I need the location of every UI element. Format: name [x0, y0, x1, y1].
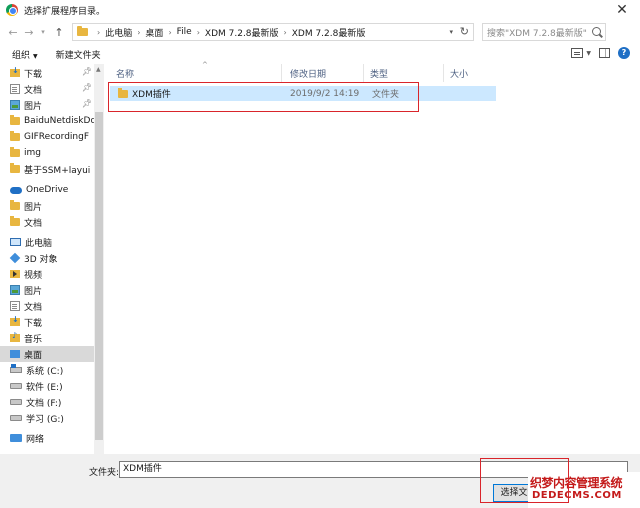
nav-item-pictures[interactable]: 图片 📌︎ [0, 97, 94, 113]
breadcrumb-item[interactable]: 此电脑 › [105, 26, 145, 39]
nav-item-network[interactable]: 网络 [0, 430, 94, 446]
help-icon[interactable]: ? [618, 47, 630, 59]
nav-item-pc-documents[interactable]: 文档 [0, 298, 94, 314]
chevron-right-icon: › [168, 27, 172, 37]
document-icon [10, 84, 20, 94]
music-icon [10, 331, 20, 342]
pin-icon: 📌︎ [81, 83, 92, 92]
sort-ascending-icon: ^ [202, 61, 208, 69]
nav-item-gifrecording[interactable]: GIFRecordingF [0, 129, 94, 145]
nav-item-downloads[interactable]: 下载📌︎ [0, 65, 94, 81]
folder-icon [10, 216, 20, 226]
nav-item-this-pc[interactable]: 此电脑 [0, 234, 94, 250]
folder-icon [10, 131, 20, 141]
nav-item-drive-c[interactable]: 系统 (C:) [0, 362, 94, 378]
chrome-app-icon [6, 4, 18, 16]
up-arrow-icon[interactable]: ↑ [52, 24, 66, 40]
forward-arrow-icon[interactable]: → [22, 24, 36, 40]
recent-locations-chevron-icon[interactable]: ▾ [36, 24, 50, 40]
chevron-down-icon: ▼ [33, 52, 38, 60]
nav-item-desktop[interactable]: 桌面 [0, 346, 94, 362]
folder-icon [10, 163, 20, 173]
nav-item-onedrive[interactable]: OneDrive [0, 182, 94, 198]
chevron-right-icon: › [283, 27, 287, 37]
highlight-box-folder [108, 82, 419, 112]
address-row: ← → ▾ ↑ › 此电脑 › 桌面 › File › XDM 7.2.8最新版 › X… [0, 20, 640, 44]
breadcrumb: › 此电脑 › 桌面 › File › XDM 7.2.8最新版 › XDM 7.2.8… [92, 26, 365, 39]
chevron-right-icon: › [196, 27, 200, 37]
chevron-right-icon: › [137, 27, 141, 37]
nav-item-music[interactable]: 音乐 [0, 330, 94, 346]
picture-icon [10, 285, 20, 295]
folder-field-label: 文件夹: [89, 468, 120, 478]
organize-button[interactable]: 组织 ▼ [12, 48, 38, 61]
window-title: 选择扩展程序目录。 [24, 6, 106, 17]
download-icon [10, 315, 20, 326]
preview-pane-icon[interactable] [599, 48, 610, 58]
file-list: 名称 ^ 修改日期 类型 大小 XDM插件 2019/9/2 14:19 文件夹 [104, 61, 640, 454]
nav-item-img[interactable]: img [0, 145, 94, 161]
search-placeholder: 搜索"XDM 7.2.8最新版" [487, 28, 587, 39]
nav-item-3d-objects[interactable]: 3D 对象 [0, 250, 94, 266]
nav-item-onedrive-documents[interactable]: 文档 [0, 214, 94, 230]
back-arrow-icon[interactable]: ← [6, 24, 20, 40]
nav-item-onedrive-pictures[interactable]: 图片 [0, 198, 94, 214]
picture-icon [10, 100, 20, 110]
pin-icon: 📌︎ [81, 67, 92, 76]
folder-icon [10, 200, 20, 210]
network-icon [10, 434, 22, 442]
breadcrumb-item[interactable]: File › [177, 27, 205, 37]
video-icon [10, 270, 20, 278]
close-icon[interactable]: ✕ [614, 2, 630, 18]
chevron-right-icon: › [97, 27, 101, 37]
folder-icon [77, 26, 88, 36]
breadcrumb-item[interactable]: XDM 7.2.8最新版 [292, 26, 366, 39]
nav-item-videos[interactable]: 视频 [0, 266, 94, 282]
nav-scrollbar[interactable]: ▲ [94, 64, 104, 454]
computer-icon [10, 238, 21, 246]
onedrive-cloud-icon [10, 186, 22, 194]
nav-scrollbar-thumb[interactable] [95, 112, 103, 440]
nav-item-drive-f[interactable]: 文档 (F:) [0, 394, 94, 410]
search-input[interactable]: 搜索"XDM 7.2.8最新版" [482, 23, 606, 41]
highlight-box-button [480, 458, 569, 503]
refresh-icon[interactable]: ↻ [460, 25, 469, 38]
column-header-date[interactable]: 修改日期 [284, 64, 364, 82]
breadcrumb-item[interactable]: 桌面 › [145, 26, 176, 39]
download-icon [10, 66, 20, 77]
column-header-name[interactable]: 名称 ^ [110, 61, 282, 82]
document-icon [10, 301, 20, 311]
navigation-pane: 下载📌︎ 文档📌︎ 图片📌︎ BaiduNetdiskDo GIFRecordi… [0, 64, 104, 454]
change-view-icon[interactable] [571, 48, 584, 58]
folder-icon [10, 147, 20, 157]
folder-icon [10, 115, 20, 125]
scroll-up-arrow-icon[interactable]: ▲ [96, 66, 101, 73]
title-bar: 选择扩展程序目录。 ✕ [0, 0, 640, 20]
nav-item-drive-e[interactable]: 软件 (E:) [0, 378, 94, 394]
drive-icon [10, 415, 22, 421]
drive-icon [10, 399, 22, 405]
new-folder-button[interactable]: 新建文件夹 [56, 48, 101, 61]
desktop-icon [10, 350, 20, 358]
nav-item-documents[interactable]: 文档 📌︎ [0, 81, 94, 97]
pin-icon: 📌︎ [81, 99, 92, 108]
breadcrumb-item[interactable]: XDM 7.2.8最新版 › [205, 26, 292, 39]
command-bar: 组织 ▼ 新建文件夹 ▼ ? [0, 44, 640, 64]
address-dropdown-chevron-icon[interactable]: ▾ [449, 28, 453, 36]
column-header-size[interactable]: 大小 [444, 64, 500, 82]
nav-item-baidunetdisk[interactable]: BaiduNetdiskDo [0, 113, 94, 129]
nav-item-drive-g[interactable]: 学习 (G:) [0, 410, 94, 426]
address-bar[interactable]: › 此电脑 › 桌面 › File › XDM 7.2.8最新版 › XDM 7.2.8… [72, 23, 474, 41]
search-icon[interactable] [592, 27, 601, 36]
column-header-type[interactable]: 类型 [364, 64, 444, 82]
windows-drive-icon [10, 364, 22, 373]
view-options-chevron-icon[interactable]: ▼ [586, 50, 591, 57]
drive-icon [10, 383, 22, 389]
nav-item-pc-downloads[interactable]: 下载 [0, 314, 94, 330]
nav-item-pc-pictures[interactable]: 图片 [0, 282, 94, 298]
cube-icon [9, 252, 21, 264]
nav-item-ssm-layui[interactable]: 基于SSM+layui [0, 161, 94, 177]
